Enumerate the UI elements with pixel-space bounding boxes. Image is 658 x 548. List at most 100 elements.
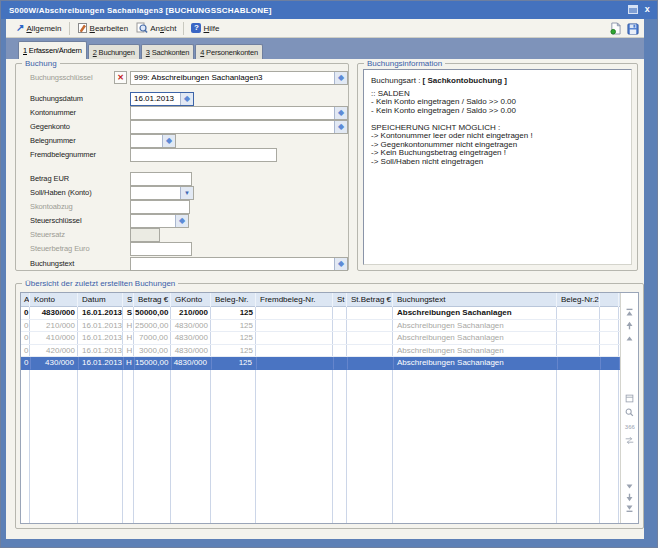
grid-header-Beleg-Nr.[interactable]: Beleg-Nr. xyxy=(212,293,256,307)
grid-cell: 420/000 xyxy=(31,345,79,358)
group-buchung-label: Buchung xyxy=(22,59,60,68)
save-icon[interactable] xyxy=(627,23,639,35)
grid-row-1[interactable]: 04830/00016.01.2013S50000,00210/000125Ab… xyxy=(21,307,620,320)
tab-erfassen-ändern[interactable]: 1 Erfassen/Ändern xyxy=(18,41,87,59)
grid-cell: 125 xyxy=(212,320,257,333)
field-fremdbelegnummer[interactable] xyxy=(130,148,277,162)
grid-cell xyxy=(558,345,601,358)
grid-header-Beleg-Nr.2[interactable]: Beleg-Nr.2 xyxy=(558,293,600,307)
grid-cell xyxy=(348,357,394,370)
grid-cell: 210/000 xyxy=(172,307,212,320)
grid-cell: Abschreibungen Sachanlagen xyxy=(394,357,558,370)
field-soll-haben[interactable]: ▼ xyxy=(130,186,194,200)
spin-button[interactable]: ◆ xyxy=(175,215,188,227)
group-uebersicht-label: Übersicht der zuletzt erstellten Buchung… xyxy=(22,279,178,288)
grid-cell: 50000,00 xyxy=(135,307,172,320)
field-kontonummer[interactable]: ◆ xyxy=(130,106,348,120)
field-buchungsschluessel[interactable]: 999: Abschreibungen Sachanlagen3◆ xyxy=(130,71,348,85)
grid-row-5[interactable]: 0430/00016.01.2013H15000,004830/000125Ab… xyxy=(21,357,620,370)
field-buchungsdatum[interactable]: 16.01.2013◆ xyxy=(130,92,194,106)
grid-header-Datum[interactable]: Datum xyxy=(79,293,123,307)
grid-row-3[interactable]: 0410/00016.01.2013H7000,004830/000125Abs… xyxy=(21,332,620,345)
spin-button[interactable]: ◆ xyxy=(334,121,347,133)
scroll-down-icon[interactable] xyxy=(624,481,635,492)
magnifier-icon xyxy=(136,22,148,34)
field-belegnummer[interactable]: ◆ xyxy=(130,134,176,148)
grid-header-Buchungstext[interactable]: Buchungstext xyxy=(394,293,557,307)
menu-item-bearbeiten[interactable]: Bearbeiten xyxy=(73,20,133,37)
grid-cell: 15000,00 xyxy=(135,357,172,370)
grid-cell: 0 xyxy=(21,345,31,358)
grid-cell xyxy=(334,345,348,358)
field-steuersatz[interactable] xyxy=(130,228,160,242)
field-betrag-eur[interactable] xyxy=(130,172,192,186)
grid-header-Konto[interactable]: Konto xyxy=(31,293,78,307)
menu-item-label: Ansicht xyxy=(150,24,176,33)
scroll-top-icon[interactable] xyxy=(624,307,635,318)
view-icon[interactable] xyxy=(624,393,635,404)
spin-button[interactable]: ◆ xyxy=(162,135,175,147)
grid-header-A[interactable]: A xyxy=(21,293,30,307)
grid-cell xyxy=(334,332,348,345)
scroll-pageup-icon[interactable] xyxy=(624,320,635,331)
tab-personenkonten[interactable]: 4 Personenkonten xyxy=(195,44,263,59)
content-area: Buchung Buchungsschlüssel✕999: Abschreib… xyxy=(6,59,644,539)
menu-item-ansicht[interactable]: Ansicht xyxy=(132,20,180,37)
label-soll-haben: Soll/Haben (Konto) xyxy=(30,186,92,200)
label-buchungsschluessel: Buchungsschlüssel xyxy=(30,71,93,85)
grid-header-GKonto[interactable]: GKonto xyxy=(172,293,211,307)
grid-row-2[interactable]: 0210/00016.01.2013H25000,004830/000125Ab… xyxy=(21,320,620,333)
scroll-up-icon[interactable] xyxy=(624,333,635,344)
grid-cell xyxy=(348,320,394,333)
label-fremdbelegnummer: Fremdbelegnummer xyxy=(30,148,96,162)
grid-row-4[interactable]: 0420/00016.01.2013H3000,004830/000125Abs… xyxy=(21,345,620,358)
label-steuerbetrag-euro: Steuerbetrag Euro xyxy=(30,242,90,256)
spin-button[interactable]: ◆ xyxy=(180,93,193,105)
spin-button[interactable]: ◆ xyxy=(334,72,347,84)
grid-nav-gutter: 366 xyxy=(620,293,638,523)
grid-cell: 410/000 xyxy=(31,332,79,345)
search-icon[interactable] xyxy=(624,407,635,418)
sort-icon[interactable] xyxy=(624,435,635,446)
grid-cell: H xyxy=(124,345,135,358)
group-info-label: Buchungsinformation xyxy=(364,59,445,68)
edit-page-icon xyxy=(77,22,88,34)
grid-cell xyxy=(601,357,620,370)
grid-header-S[interactable]: S xyxy=(124,293,134,307)
restore-button[interactable] xyxy=(628,5,638,14)
field-steuerschluessel[interactable]: ◆ xyxy=(130,214,189,228)
spin-button[interactable]: ◆ xyxy=(334,107,347,119)
label-buchungstext: Buchungstext xyxy=(30,257,74,271)
grid-cell: Abschreibungen Sachanlagen xyxy=(394,307,558,320)
grid-header-Betrag €[interactable]: Betrag € xyxy=(135,293,171,307)
grid-header-blank[interactable] xyxy=(601,293,619,307)
label-buchungsdatum: Buchungsdatum xyxy=(30,92,83,106)
field-gegenkonto[interactable]: ◆ xyxy=(130,120,348,134)
dropdown-button[interactable]: ▼ xyxy=(180,187,193,199)
buchungen-grid: AKontoDatumSBetrag €GKontoBeleg-Nr.Fremd… xyxy=(20,292,639,524)
grid-header-Fremdbeleg-Nr.[interactable]: Fremdbeleg-Nr. xyxy=(257,293,333,307)
tab-strip: 1 Erfassen/Ändern2 Buchungen3 Sachkonten… xyxy=(6,38,644,59)
scroll-bottom-icon[interactable] xyxy=(624,503,635,514)
spin-button[interactable]: ◆ xyxy=(334,258,347,270)
grid-header-St.Betrag €[interactable]: St.Betrag € xyxy=(348,293,393,307)
new-document-icon[interactable] xyxy=(610,22,621,35)
title-bar[interactable]: S000W/Abschreibungen Sachanlagen3 [BUCHU… xyxy=(1,1,657,19)
grid-header-St[interactable]: St xyxy=(334,293,347,307)
calendar-icon[interactable]: 366 xyxy=(624,421,635,432)
menu-item-hilfe[interactable]: ?Hilfe xyxy=(187,20,223,37)
tab-buchungen[interactable]: 2 Buchungen xyxy=(88,44,140,59)
scroll-pagedown-icon[interactable] xyxy=(624,492,635,503)
grid-cell: 4830/000 xyxy=(172,345,212,358)
field-buchungsschluessel-value: 999: Abschreibungen Sachanlagen3 xyxy=(134,72,333,84)
clear-buchungsschluessel-button[interactable]: ✕ xyxy=(114,71,127,84)
field-steuerbetrag-euro[interactable] xyxy=(130,242,192,256)
menu-item-allgemein[interactable]: ↗Allgemein xyxy=(12,20,66,37)
field-buchungstext[interactable]: ◆ xyxy=(130,257,348,271)
grid-cell: 4830/000 xyxy=(31,307,79,320)
grid-cell xyxy=(334,320,348,333)
close-button[interactable]: x xyxy=(645,5,650,14)
tab-sachkonten[interactable]: 3 Sachkonten xyxy=(141,44,194,59)
grid-header: AKontoDatumSBetrag €GKontoBeleg-Nr.Fremd… xyxy=(21,293,620,307)
field-skontoabzug[interactable] xyxy=(130,200,190,214)
